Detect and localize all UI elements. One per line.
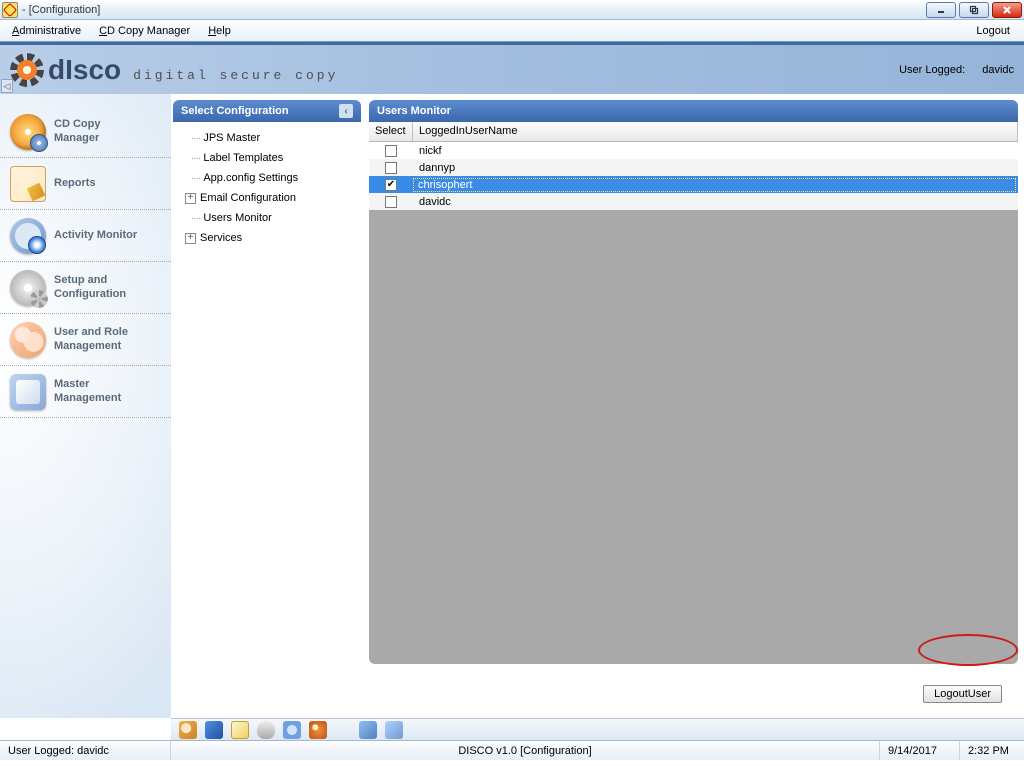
- title-bar: - [Configuration]: [0, 0, 1024, 20]
- close-button[interactable]: [992, 2, 1022, 18]
- menu-help[interactable]: Help: [208, 25, 231, 37]
- toolbar-icon-5[interactable]: [283, 721, 301, 739]
- col-username[interactable]: LoggedInUserName: [413, 122, 1018, 141]
- collapse-icon[interactable]: ‹: [339, 104, 353, 118]
- users-monitor-header: Users Monitor: [369, 100, 1018, 122]
- toolbar-icon-6[interactable]: [309, 721, 327, 739]
- checkbox[interactable]: ✔: [385, 179, 397, 191]
- logout-user-button[interactable]: LogoutUser: [923, 685, 1002, 703]
- tree-item[interactable]: ····JPS Master: [177, 128, 357, 148]
- tree-item-label: Label Templates: [203, 152, 283, 164]
- row-select-cell[interactable]: [369, 145, 413, 157]
- status-date: 9/14/2017: [880, 741, 960, 760]
- row-username: nickf: [413, 145, 1018, 157]
- tree-item-label: Users Monitor: [203, 212, 271, 224]
- toolbar-icon-3[interactable]: [231, 721, 249, 739]
- toolbar-icon-8[interactable]: [385, 721, 403, 739]
- row-select-cell[interactable]: ✔: [369, 179, 413, 191]
- nav-master-management[interactable]: Master Management: [0, 366, 171, 418]
- row-username: chrisophert: [413, 178, 1016, 192]
- col-select[interactable]: Select: [369, 122, 413, 141]
- brand-name: dIsco: [48, 54, 121, 86]
- app-icon: [2, 2, 18, 18]
- table-row[interactable]: ✔ chrisophert: [369, 176, 1018, 193]
- users-icon: [10, 322, 46, 358]
- nav-reports[interactable]: Reports: [0, 158, 171, 210]
- grid-body: nickf dannyp ✔ chrisophert davidc: [369, 142, 1018, 664]
- tree-item-label: Services: [200, 232, 242, 244]
- tree-item[interactable]: ····Label Templates: [177, 148, 357, 168]
- grid-header: Select LoggedInUserName: [369, 122, 1018, 142]
- toolbar-icon-7[interactable]: [359, 721, 377, 739]
- toolbar-icon-1[interactable]: [179, 721, 197, 739]
- tree-leaf-icon: ····: [191, 213, 200, 224]
- checkbox[interactable]: [385, 162, 397, 174]
- table-row[interactable]: nickf: [369, 142, 1018, 159]
- brand-back-toggle[interactable]: ◁: [1, 79, 13, 93]
- users-monitor-panel: Users Monitor Select LoggedInUserName ni…: [369, 100, 1018, 664]
- status-bar: User Logged: davidc DISCO v1.0 [Configur…: [0, 740, 1024, 760]
- nav-activity-monitor[interactable]: Activity Monitor: [0, 210, 171, 262]
- bottom-toolbar: [171, 718, 1024, 740]
- table-row[interactable]: dannyp: [369, 159, 1018, 176]
- row-username: davidc: [413, 196, 1018, 208]
- brand-tagline: digital secure copy: [133, 68, 338, 83]
- tree-item[interactable]: + Services: [177, 228, 357, 248]
- tree-item[interactable]: ····Users Monitor: [177, 208, 357, 228]
- menu-administrative[interactable]: Administrative: [12, 25, 81, 37]
- config-panel-header: Select Configuration ‹: [173, 100, 361, 122]
- logo-gear-icon: [10, 53, 44, 87]
- tree-leaf-icon: ····: [191, 133, 200, 144]
- maximize-button[interactable]: [959, 2, 989, 18]
- brand-user-logged: User Logged: davidc: [899, 64, 1014, 76]
- status-time: 2:32 PM: [960, 741, 1024, 760]
- row-select-cell[interactable]: [369, 162, 413, 174]
- tree-leaf-icon: ····: [191, 153, 200, 164]
- row-username: dannyp: [413, 162, 1018, 174]
- table-row[interactable]: davidc: [369, 193, 1018, 210]
- tree-leaf-icon: ····: [191, 173, 200, 184]
- tree-item[interactable]: ····App.config Settings: [177, 168, 357, 188]
- activity-icon: [10, 218, 46, 254]
- master-icon: [10, 374, 46, 410]
- expand-icon[interactable]: +: [185, 193, 196, 204]
- nav-cd-copy-manager[interactable]: CD Copy Manager: [0, 106, 171, 158]
- checkbox[interactable]: [385, 145, 397, 157]
- menu-logout[interactable]: Logout: [976, 25, 1010, 37]
- nav-setup-configuration[interactable]: Setup and Configuration: [0, 262, 171, 314]
- brand-bar: ◁ dIsco digital secure copy User Logged:…: [0, 42, 1024, 94]
- reports-icon: [10, 166, 46, 202]
- minimize-button[interactable]: [926, 2, 956, 18]
- toolbar-icon-4[interactable]: [257, 721, 275, 739]
- checkbox[interactable]: [385, 196, 397, 208]
- left-nav: CD Copy Manager Reports Activity Monitor…: [0, 94, 171, 718]
- config-panel: Select Configuration ‹ ····JPS Master···…: [173, 100, 361, 664]
- status-app: DISCO v1.0 [Configuration]: [171, 741, 880, 760]
- gear-icon: [10, 270, 46, 306]
- bottom-action-panel: LogoutUser: [173, 672, 1018, 716]
- tree-item-label: JPS Master: [203, 132, 260, 144]
- tree-item-label: Email Configuration: [200, 192, 296, 204]
- toolbar-icon-2[interactable]: [205, 721, 223, 739]
- row-select-cell[interactable]: [369, 196, 413, 208]
- cd-icon: [10, 114, 46, 150]
- menu-bar: Administrative CD Copy Manager Help Logo…: [0, 20, 1024, 42]
- tree-item-label: App.config Settings: [203, 172, 298, 184]
- menu-cd-copy-manager[interactable]: CD Copy Manager: [99, 25, 190, 37]
- expand-icon[interactable]: +: [185, 233, 196, 244]
- config-tree: ····JPS Master····Label Templates····App…: [173, 122, 361, 254]
- window-title: - [Configuration]: [22, 4, 100, 16]
- status-user: User Logged: davidc: [0, 741, 171, 760]
- tree-item[interactable]: + Email Configuration: [177, 188, 357, 208]
- nav-user-role-management[interactable]: User and Role Management: [0, 314, 171, 366]
